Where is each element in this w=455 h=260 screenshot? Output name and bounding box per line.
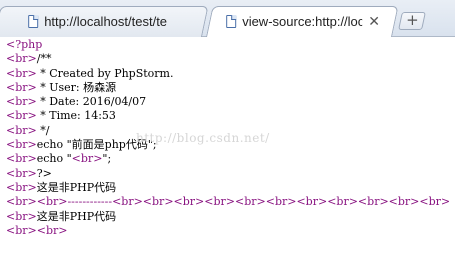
source-tag: <br><br> xyxy=(6,223,68,237)
source-tag: <br> xyxy=(6,180,37,194)
source-text: * User: 杨森源 xyxy=(36,80,117,94)
page-icon xyxy=(226,15,237,28)
tab-title: http://localhost/test/te xyxy=(44,14,168,29)
source-text: /** xyxy=(36,52,52,66)
source-text: */ xyxy=(36,123,50,137)
tab-bar: http://localhost/test/te view-source:htt… xyxy=(0,0,455,37)
source-tag: <br> xyxy=(6,152,37,166)
source-tag: <br> xyxy=(6,166,37,180)
source-line: <br>这是非PHP代码 xyxy=(6,181,451,195)
source-tag: <?php xyxy=(6,38,43,51)
source-text: * Time: 14:53 xyxy=(36,109,116,123)
source-line: <br> * User: 杨森源 xyxy=(6,81,451,95)
source-tag: <br> xyxy=(6,123,37,137)
source-text: 这是非PHP代码 xyxy=(36,209,117,223)
source-line: <?php xyxy=(6,38,451,52)
plus-icon: + xyxy=(405,11,419,29)
source-text: 这是非PHP代码 xyxy=(36,180,117,194)
source-line: <br>这是非PHP代码 xyxy=(6,210,451,224)
source-text: * Date: 2016/04/07 xyxy=(36,95,147,109)
source-line: <br>/** xyxy=(6,52,451,66)
tab-title: view-source:http://loca xyxy=(242,14,363,29)
source-line: <br>echo "<br>"; xyxy=(6,152,451,166)
source-text: ?> xyxy=(36,166,52,180)
source-line: <br>?> xyxy=(6,167,451,181)
source-line: <br> * Time: 14:53 xyxy=(6,109,451,123)
source-tag: <br><br>------------<br><br><br><br><br>… xyxy=(6,195,451,209)
source-tag: <br> xyxy=(6,109,37,123)
source-tag: <br> xyxy=(6,66,37,80)
watermark: http://blog.csdn.net/ xyxy=(136,131,270,145)
new-tab-button[interactable]: + xyxy=(398,11,426,30)
source-tag: <br> xyxy=(6,80,37,94)
source-tag: <br> xyxy=(6,138,37,152)
page-icon xyxy=(28,15,39,28)
source-tag: <br> xyxy=(71,152,103,166)
source-line: <br><br>------------<br><br><br><br><br>… xyxy=(6,195,451,209)
source-tag: <br> xyxy=(6,209,37,223)
close-tab-icon[interactable]: ✕ xyxy=(368,7,380,36)
tab-localhost-test[interactable]: http://localhost/test/te xyxy=(0,6,209,37)
source-text: echo " xyxy=(36,152,72,166)
source-line: <br> * Date: 2016/04/07 xyxy=(6,95,451,109)
source-line: <br> * Created by PhpStorm. xyxy=(6,67,451,81)
source-text: * Created by PhpStorm. xyxy=(36,66,174,80)
source-line: <br><br> xyxy=(6,224,451,238)
tab-view-source[interactable]: view-source:http://loca ✕ xyxy=(206,6,399,37)
source-tag: <br> xyxy=(6,95,37,109)
source-text: "; xyxy=(102,152,112,166)
source-tag: <br> xyxy=(6,52,37,66)
